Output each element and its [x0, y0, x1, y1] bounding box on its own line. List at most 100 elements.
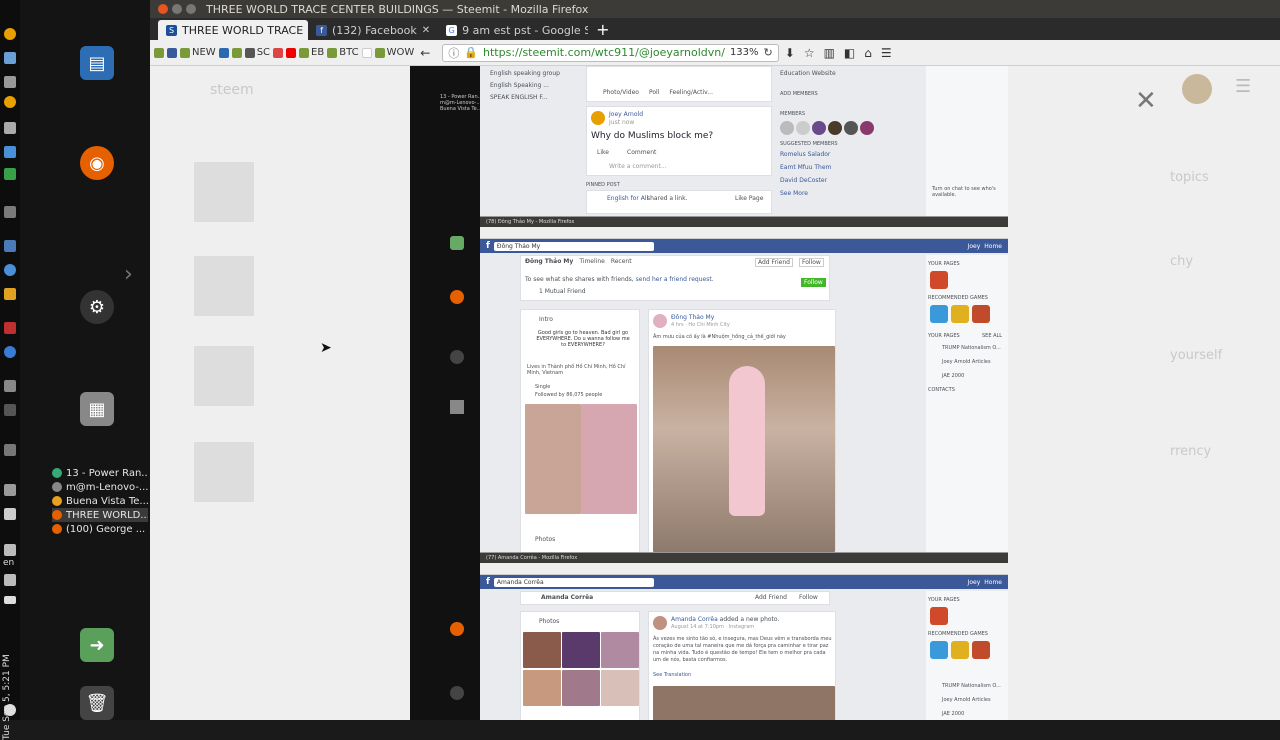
- photo-thumb: [601, 632, 639, 668]
- back-arrow-icon[interactable]: ←: [417, 46, 433, 60]
- taskbar-item[interactable]: 13 - Power Ran...: [52, 466, 148, 480]
- bookmark-item[interactable]: EB: [299, 47, 324, 58]
- taskbar-item[interactable]: (100) George ...: [52, 522, 148, 536]
- eject-icon[interactable]: [4, 76, 16, 88]
- screenshot-panel-profile-2: (77) Amanda Corrêa - Mozilla Firefox f A…: [480, 552, 1008, 720]
- new-tab-button[interactable]: +: [588, 20, 617, 40]
- avatar: [653, 616, 667, 630]
- bookmark-folder[interactable]: [154, 47, 164, 58]
- ghost-image: [194, 346, 254, 406]
- language-indicator[interactable]: en: [3, 558, 14, 568]
- bookmark-gmail[interactable]: [273, 47, 284, 58]
- bookmark-facebook[interactable]: [167, 47, 177, 58]
- member-avatars: [780, 121, 892, 135]
- tab-facebook[interactable]: f (132) Facebook ✕: [308, 20, 438, 40]
- facebook-topbar: f Đông Thảo My Joey Home: [480, 239, 1008, 253]
- bluetooth-icon[interactable]: [4, 508, 16, 520]
- zoom-level[interactable]: 133%: [730, 47, 759, 58]
- pinned-post: English for All shared a link. Like Page: [586, 190, 772, 214]
- power-icon[interactable]: [4, 704, 16, 716]
- sun-icon[interactable]: [4, 288, 16, 300]
- tab-google[interactable]: G 9 am est pst - Google S ✕: [438, 20, 588, 40]
- bookmark-item[interactable]: WOW: [374, 47, 414, 58]
- profile-header: Amanda Corrêa Add Friend Follow: [520, 591, 830, 605]
- taskbar-item-active[interactable]: THREE WORLD...: [52, 508, 148, 522]
- app-icon[interactable]: [4, 322, 16, 334]
- firefox-icon: [52, 524, 62, 534]
- spreadsheet-icon[interactable]: [4, 168, 16, 180]
- feed-post: Amanda Corrêa added a new photo. August …: [648, 611, 836, 720]
- terminal-icon[interactable]: [4, 444, 16, 456]
- trash-icon[interactable]: 🗑: [80, 686, 114, 720]
- taskbar-window-list: 13 - Power Ran... m@m-Lenovo-... Buena V…: [52, 466, 148, 536]
- firefox-icon[interactable]: ◉: [80, 146, 114, 180]
- group-sidebar: Education Website ADD MEMBERS MEMBERS SU…: [780, 66, 892, 216]
- steemit-logo-ghost: steem: [210, 82, 254, 98]
- window-titlebar[interactable]: THREE WORLD TRACE CENTER BUILDINGS — Ste…: [150, 0, 1280, 18]
- info-icon[interactable]: ⓘ: [448, 45, 459, 61]
- app-icon[interactable]: [4, 52, 16, 64]
- chat-icon[interactable]: [4, 206, 16, 218]
- archive-icon[interactable]: ▦: [80, 392, 114, 426]
- ghost-image: [194, 442, 254, 502]
- taskbar-item[interactable]: Buena Vista Te...: [52, 494, 148, 508]
- bitcoin-icon[interactable]: [4, 96, 16, 108]
- bookmark-google[interactable]: [361, 47, 372, 58]
- monitor-icon[interactable]: [4, 380, 16, 392]
- bookmark-item[interactable]: NEW: [180, 47, 216, 58]
- clock[interactable]: Tue Sep 5, 5:21 PM: [2, 600, 16, 740]
- pocket-icon[interactable]: ◧: [841, 46, 858, 60]
- wifi-icon[interactable]: [4, 544, 16, 556]
- firefox-icon: [450, 290, 464, 304]
- facebook-icon: [167, 47, 177, 58]
- bookmark-youtube[interactable]: [286, 47, 297, 58]
- maximize-window-icon[interactable]: [186, 4, 196, 14]
- post-image[interactable]: 13 - Power Ran... m@m-Lenovo-... Buena V…: [410, 66, 1008, 720]
- minimize-window-icon[interactable]: [172, 4, 182, 14]
- calculator-icon[interactable]: [4, 146, 16, 158]
- menu-icon[interactable]: ☰: [1235, 76, 1251, 97]
- mini-nav: [480, 563, 1008, 575]
- chat-sidebar: Turn on chat to see who's available.: [926, 66, 1008, 216]
- close-modal-icon[interactable]: ✕: [1135, 86, 1157, 116]
- folder-icon: [154, 47, 164, 58]
- photos-card: Photos: [520, 611, 640, 720]
- library-icon[interactable]: ▥: [821, 46, 838, 60]
- url-bar[interactable]: ⓘ 🔒 https://steemit.com/wtc911/@joeyarno…: [442, 43, 779, 62]
- download-icon[interactable]: ⬇: [782, 46, 798, 60]
- bookmark-star-icon[interactable]: ☆: [801, 46, 818, 60]
- screenshot-dock: 13 - Power Ran... m@m-Lenovo-... Buena V…: [410, 66, 482, 720]
- keyboard-icon[interactable]: [4, 484, 16, 496]
- url-text[interactable]: https://steemit.com/wtc911/@joeyarnoldvn…: [483, 46, 725, 59]
- ghost-image: [194, 256, 254, 316]
- network-icon[interactable]: [4, 240, 16, 252]
- close-tab-icon[interactable]: ✕: [422, 25, 430, 36]
- game-icon: [930, 305, 948, 323]
- volume-icon[interactable]: [4, 574, 16, 586]
- globe-icon[interactable]: [4, 264, 16, 276]
- ghost-text: yourself: [1170, 348, 1223, 363]
- bookmark-folder[interactable]: [218, 47, 229, 58]
- youtube-icon: [286, 47, 297, 58]
- bookmark-folder[interactable]: [231, 47, 242, 58]
- settings-icon[interactable]: ⚙: [80, 290, 114, 324]
- avatar[interactable]: [1182, 74, 1212, 104]
- tab-steemit[interactable]: S THREE WORLD TRACE ✕: [158, 20, 308, 40]
- atom-icon[interactable]: [4, 346, 16, 358]
- bitcoin-icon[interactable]: [4, 28, 16, 40]
- bookmark-item[interactable]: SC: [244, 47, 270, 58]
- app-icon[interactable]: [4, 404, 16, 416]
- game-icon: [930, 607, 948, 625]
- user-switch-icon[interactable]: ➜: [80, 628, 114, 662]
- document-icon[interactable]: ▤: [80, 46, 114, 80]
- post-card: Joey Arnold Just now Why do Muslims bloc…: [586, 106, 772, 176]
- taskbar-item[interactable]: m@m-Lenovo-...: [52, 480, 148, 494]
- game-icon: [951, 641, 969, 659]
- edit-icon[interactable]: [4, 122, 16, 134]
- bookmark-item[interactable]: BTC: [327, 47, 359, 58]
- home-icon[interactable]: ⌂: [861, 46, 875, 60]
- chevron-right-icon[interactable]: ›: [124, 262, 133, 287]
- menu-icon[interactable]: ☰: [878, 46, 895, 60]
- reload-icon[interactable]: ↻: [764, 46, 773, 59]
- close-window-icon[interactable]: [158, 4, 168, 14]
